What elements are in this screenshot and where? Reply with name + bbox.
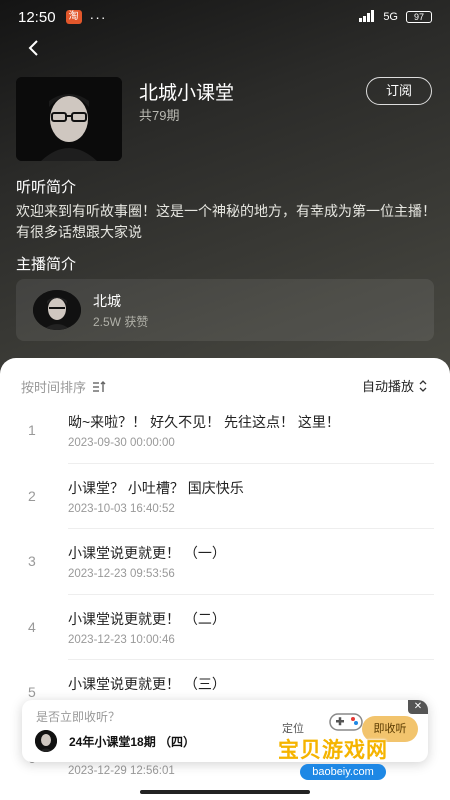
list-item[interactable]: 3 小课堂说更就更！ （一） 2023-12-23 09:53:56: [0, 529, 450, 595]
autoplay-toggle[interactable]: 自动播放: [362, 376, 428, 395]
episode-date: 2023-12-23 10:00:46: [68, 633, 175, 646]
autoplay-label: 自动播放: [361, 379, 414, 394]
signal-icon: [359, 9, 375, 25]
sort-button[interactable]: 按时间排序: [21, 377, 106, 396]
avatar: [35, 730, 57, 752]
host-card[interactable]: 北城 2.5W 获赞: [16, 279, 434, 341]
sort-label: 按时间排序: [21, 380, 87, 395]
sort-icon: [93, 380, 106, 392]
episode-date: 2023-12-29 12:56:01: [68, 764, 175, 777]
avatar: [33, 290, 81, 330]
episode-date: 2023-10-03 16:40:52: [68, 502, 175, 515]
app-badge-icon: 淘: [65, 10, 82, 24]
subscribe-button[interactable]: 订阅: [366, 77, 432, 105]
popup-episode-title: 24年小课堂18期 （四）: [69, 735, 196, 749]
watermark: 宝贝游戏网 baobeiy.com: [276, 713, 426, 786]
watermark-url: baobeiy.com: [300, 764, 386, 780]
status-right: 5G 97: [359, 9, 432, 25]
watermark-text: 宝贝游戏网: [278, 739, 388, 762]
episode-number: 5: [28, 684, 36, 700]
episode-title: 小课堂说更就更！ （二）: [68, 610, 226, 627]
more-notifications-icon: ···: [89, 9, 107, 25]
intro-heading: 听听简介: [16, 179, 77, 196]
battery-icon: 97: [406, 11, 432, 23]
back-button[interactable]: [24, 38, 44, 58]
status-bar: 12:50 淘 ··· 5G 97: [0, 0, 450, 34]
host-heading: 主播简介: [16, 256, 77, 273]
episode-title: 小课堂说更就更！ （一）: [68, 545, 226, 561]
episode-title: 小课堂说更就更！ （三）: [68, 676, 226, 692]
chevron-left-icon: [28, 40, 38, 56]
status-time: 12:50: [18, 8, 56, 26]
list-item[interactable]: 4 小课堂说更就更！ （二） 2023-12-23 10:00:46: [0, 595, 450, 660]
episode-title: 呦~来啦？！ 好久不见！ 先往这点！ 这里！: [68, 414, 340, 430]
album-cover: [16, 77, 122, 161]
episode-number: 2: [28, 487, 36, 504]
list-item[interactable]: 2 小课堂？ 小吐槽？ 国庆快乐 2023-10-03 16:40:52: [0, 464, 450, 529]
gamepad-icon: [329, 713, 363, 731]
album-title: 北城小课堂: [139, 83, 235, 104]
home-indicator[interactable]: [140, 790, 310, 794]
close-icon[interactable]: ✕: [408, 700, 428, 714]
popup-question: 是否立即收听？: [36, 710, 121, 724]
episode-number: 1: [28, 422, 36, 438]
episode-count: 共79期: [139, 108, 180, 123]
episode-date: 2023-12-23 09:53:56: [68, 568, 175, 580]
updown-chevron-icon: [419, 379, 427, 392]
network-label: 5G: [383, 11, 398, 23]
intro-text: 欢迎来到有听故事圈！这是一个神秘的地方，有幸成为第一位主播！有很多话想跟大家说: [16, 203, 436, 240]
episode-date: 2023-09-30 00:00:00: [68, 437, 175, 449]
episode-title: 小课堂？ 小吐槽？ 国庆快乐: [68, 479, 244, 496]
host-name: 北城: [93, 293, 121, 309]
host-likes: 2.5W 获赞: [93, 315, 149, 329]
list-item[interactable]: 1 呦~来啦？！ 好久不见！ 先往这点！ 这里！ 2023-09-30 00:0…: [0, 398, 450, 464]
episode-number: 3: [28, 553, 36, 569]
episode-number: 4: [28, 618, 36, 635]
